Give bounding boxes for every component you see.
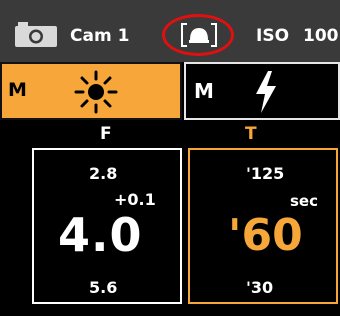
aperture-value: 4.0 [58, 208, 143, 262]
flash-mode-tab[interactable]: M [184, 62, 340, 120]
shutter-header: T [245, 124, 257, 144]
flash-icon [256, 71, 276, 113]
top-bar: Cam 1 ISO 100 [0, 0, 340, 62]
shutter-value: '60 [228, 210, 303, 261]
iso-value[interactable]: 100 [303, 26, 339, 46]
ambient-mode-letter: M [8, 79, 27, 101]
flash-mode-letter: M [194, 79, 214, 103]
iso-label: ISO [256, 26, 290, 46]
aperture-next[interactable]: 5.6 [89, 278, 117, 297]
shutter-dial[interactable]: '125 sec '60 '30 [188, 148, 338, 304]
aperture-header: F [100, 124, 112, 144]
aperture-dial[interactable]: 2.8 +0.1 4.0 5.6 [32, 148, 182, 304]
aperture-previous[interactable]: 2.8 [89, 164, 117, 183]
shutter-next[interactable]: '30 [246, 278, 273, 297]
ambient-mode-tab[interactable]: M [0, 62, 182, 120]
shutter-previous[interactable]: '125 [246, 164, 284, 183]
shutter-unit: sec [290, 192, 318, 210]
metering-mode-icon[interactable] [181, 23, 217, 47]
sun-icon [74, 70, 118, 114]
camera-icon[interactable] [14, 22, 58, 48]
camera-name[interactable]: Cam 1 [70, 26, 129, 46]
aperture-compensation: +0.1 [114, 190, 156, 209]
